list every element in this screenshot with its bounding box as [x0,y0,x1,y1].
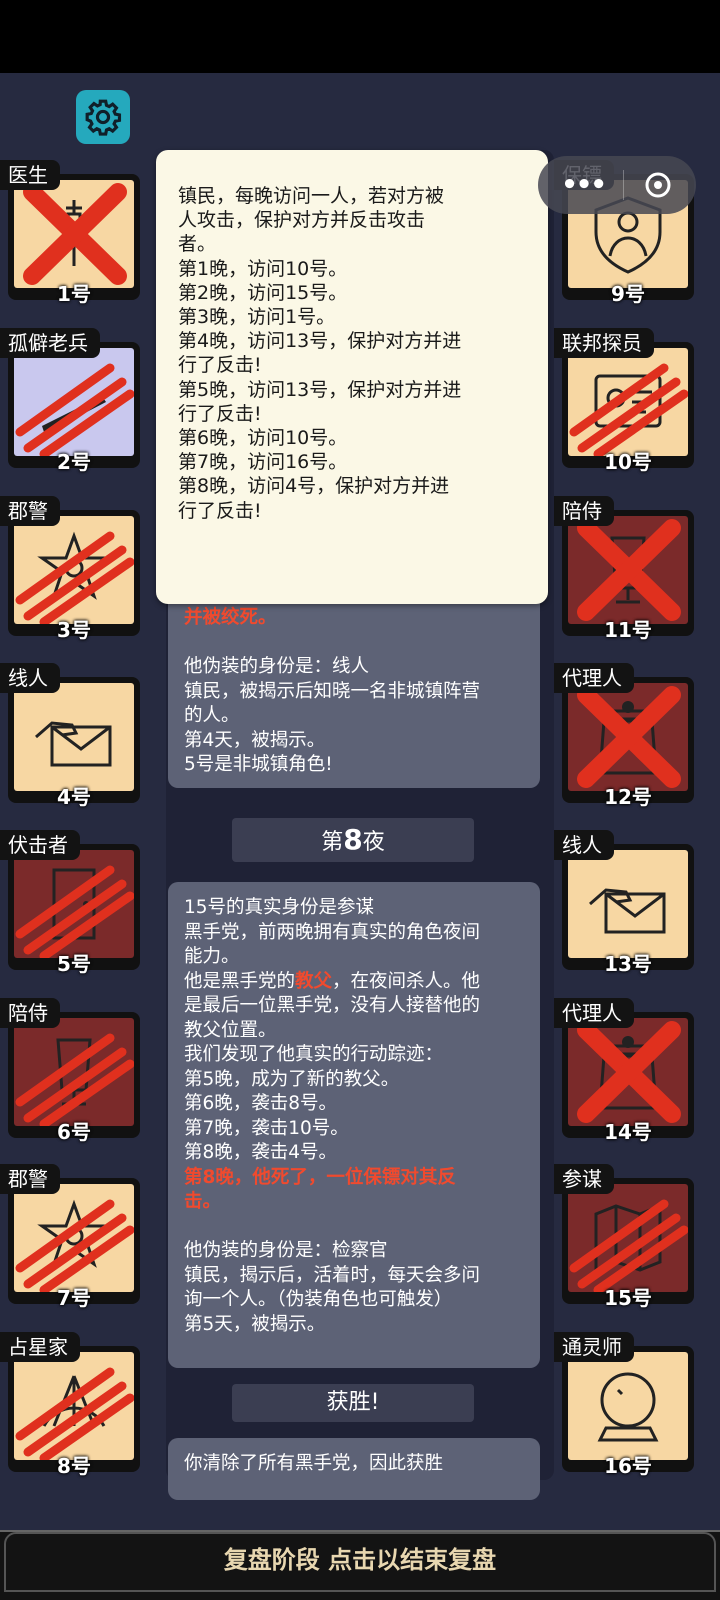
seat-number: 16号 [604,1454,652,1478]
role-label: 线人 [0,663,60,693]
cross-mark [577,519,681,621]
seat-number: 2号 [57,450,91,474]
role-label: 参谋 [554,1164,614,1194]
role-label: 陪侍 [0,998,60,1028]
player-card-right-4[interactable]: 代理人 12号 [554,663,694,809]
settings-gear-button[interactable] [76,90,130,144]
card-face [14,850,134,958]
role-label: 代理人 [554,998,634,1028]
end-review-button[interactable]: 复盘阶段 点击以结束复盘 [4,1532,716,1592]
card-face [14,1018,134,1126]
seat-number: 13号 [604,952,652,976]
card-face [568,683,688,791]
bottom-bar: 复盘阶段 点击以结束复盘 [0,1530,720,1600]
card-face [14,1184,134,1292]
seat-number: 6号 [57,1120,91,1144]
night-header: 第8夜 [232,818,474,862]
seat-number: 3号 [57,618,91,642]
player-card-left-6[interactable]: 陪侍 6号 [0,998,140,1144]
hanged-text: 并被绞死。 [184,607,277,628]
victory-panel: 你清除了所有黑手党，因此获胜 [168,1438,540,1500]
card-face [568,348,688,456]
seat-number: 9号 [611,282,645,306]
disguise-line: 他伪装的身份是：线人 [184,656,370,677]
log-panel-reveal: 并被绞死。 他伪装的身份是：线人 镇民，被揭示后知晓一名非城镇阵营 的人。 第4… [168,592,540,788]
seat-number: 7号 [57,1286,91,1310]
crystal-ball-icon [597,1372,659,1442]
seat-number: 10号 [604,450,652,474]
role-label: 伏击者 [0,830,80,860]
player-card-right-3[interactable]: 陪侍 11号 [554,496,694,642]
capsule-divider [623,170,625,200]
card-face [568,516,688,624]
player-card-left-4[interactable]: 线人 4号 [0,663,140,809]
player-card-right-6[interactable]: 代理人 14号 [554,998,694,1144]
role-label: 代理人 [554,663,634,693]
player-card-right-8[interactable]: 通灵师 16号 [554,1332,694,1478]
player-card-left-3[interactable]: 郡警 3号 [0,496,140,642]
role-label: 郡警 [0,1164,60,1194]
close-target-icon[interactable] [643,170,673,200]
seat-number: 8号 [57,1454,91,1478]
role-label: 陪侍 [554,496,614,526]
seat-number: 4号 [57,785,91,809]
miniprogram-capsule[interactable]: ••• [538,156,696,214]
claw-slash-mark [569,363,688,456]
claw-slash-mark [569,1199,688,1292]
godfather-highlight: 教父 [295,970,333,992]
log-panel-night8: 15号的真实身份是参谋 黑手党，前两晚拥有真实的角色夜间 能力。 他是黑手党的教… [168,882,540,1368]
player-card-right-7[interactable]: 参谋 15号 [554,1164,694,1310]
seat-number: 12号 [604,785,652,809]
card-face [568,1184,688,1292]
player-card-left-1[interactable]: 医生 1号 [0,160,140,306]
card-face [14,348,134,456]
card-face [14,1352,134,1460]
player-card-left-7[interactable]: 郡警 7号 [0,1164,140,1310]
claw-slash-mark [15,1367,134,1460]
claw-slash-mark [15,363,134,456]
claw-slash-mark [15,1033,134,1126]
role-label: 联邦探员 [554,328,654,358]
seat-number: 14号 [604,1120,652,1144]
role-label: 占星家 [0,1332,80,1362]
role-label: 线人 [554,830,614,860]
death-note: 第8晚，他死了，一位保镖对其反 [184,1166,456,1188]
cross-mark [577,1021,681,1123]
envelope-icon [589,888,666,934]
role-label: 郡警 [0,496,60,526]
claw-slash-mark [15,531,134,624]
envelope-icon [35,721,112,767]
player-card-left-5[interactable]: 伏击者 5号 [0,830,140,976]
status-bar [0,0,720,73]
seat-number: 11号 [604,618,652,642]
player-card-right-2[interactable]: 联邦探员 10号 [554,328,694,474]
gear-icon [85,99,122,136]
player-card-left-2[interactable]: 孤僻老兵 2号 [0,328,140,474]
more-menu-icon[interactable]: ••• [561,170,607,200]
seat-number: 1号 [57,282,91,306]
card-face [14,516,134,624]
claw-slash-mark [15,1199,134,1292]
seat-number: 15号 [604,1286,652,1310]
player-card-left-8[interactable]: 占星家 8号 [0,1332,140,1478]
card-face [568,850,688,958]
claw-slash-mark [15,865,134,958]
card-face [14,683,134,791]
cross-mark [577,686,681,788]
role-label: 通灵师 [554,1332,634,1362]
seat-number: 5号 [57,952,91,976]
card-face [568,1352,688,1460]
role-detail-popup[interactable]: 镇民，每晚访问一人，若对方被 人攻击，保护对方并反击攻击 者。 第1晚，访问10… [156,150,548,604]
role-label: 医生 [0,160,60,190]
cross-mark [23,183,127,285]
card-face [568,1018,688,1126]
player-card-right-5[interactable]: 线人 13号 [554,830,694,976]
role-label: 孤僻老兵 [0,328,100,358]
card-face [14,180,134,288]
victory-header: 获胜! [232,1384,474,1422]
